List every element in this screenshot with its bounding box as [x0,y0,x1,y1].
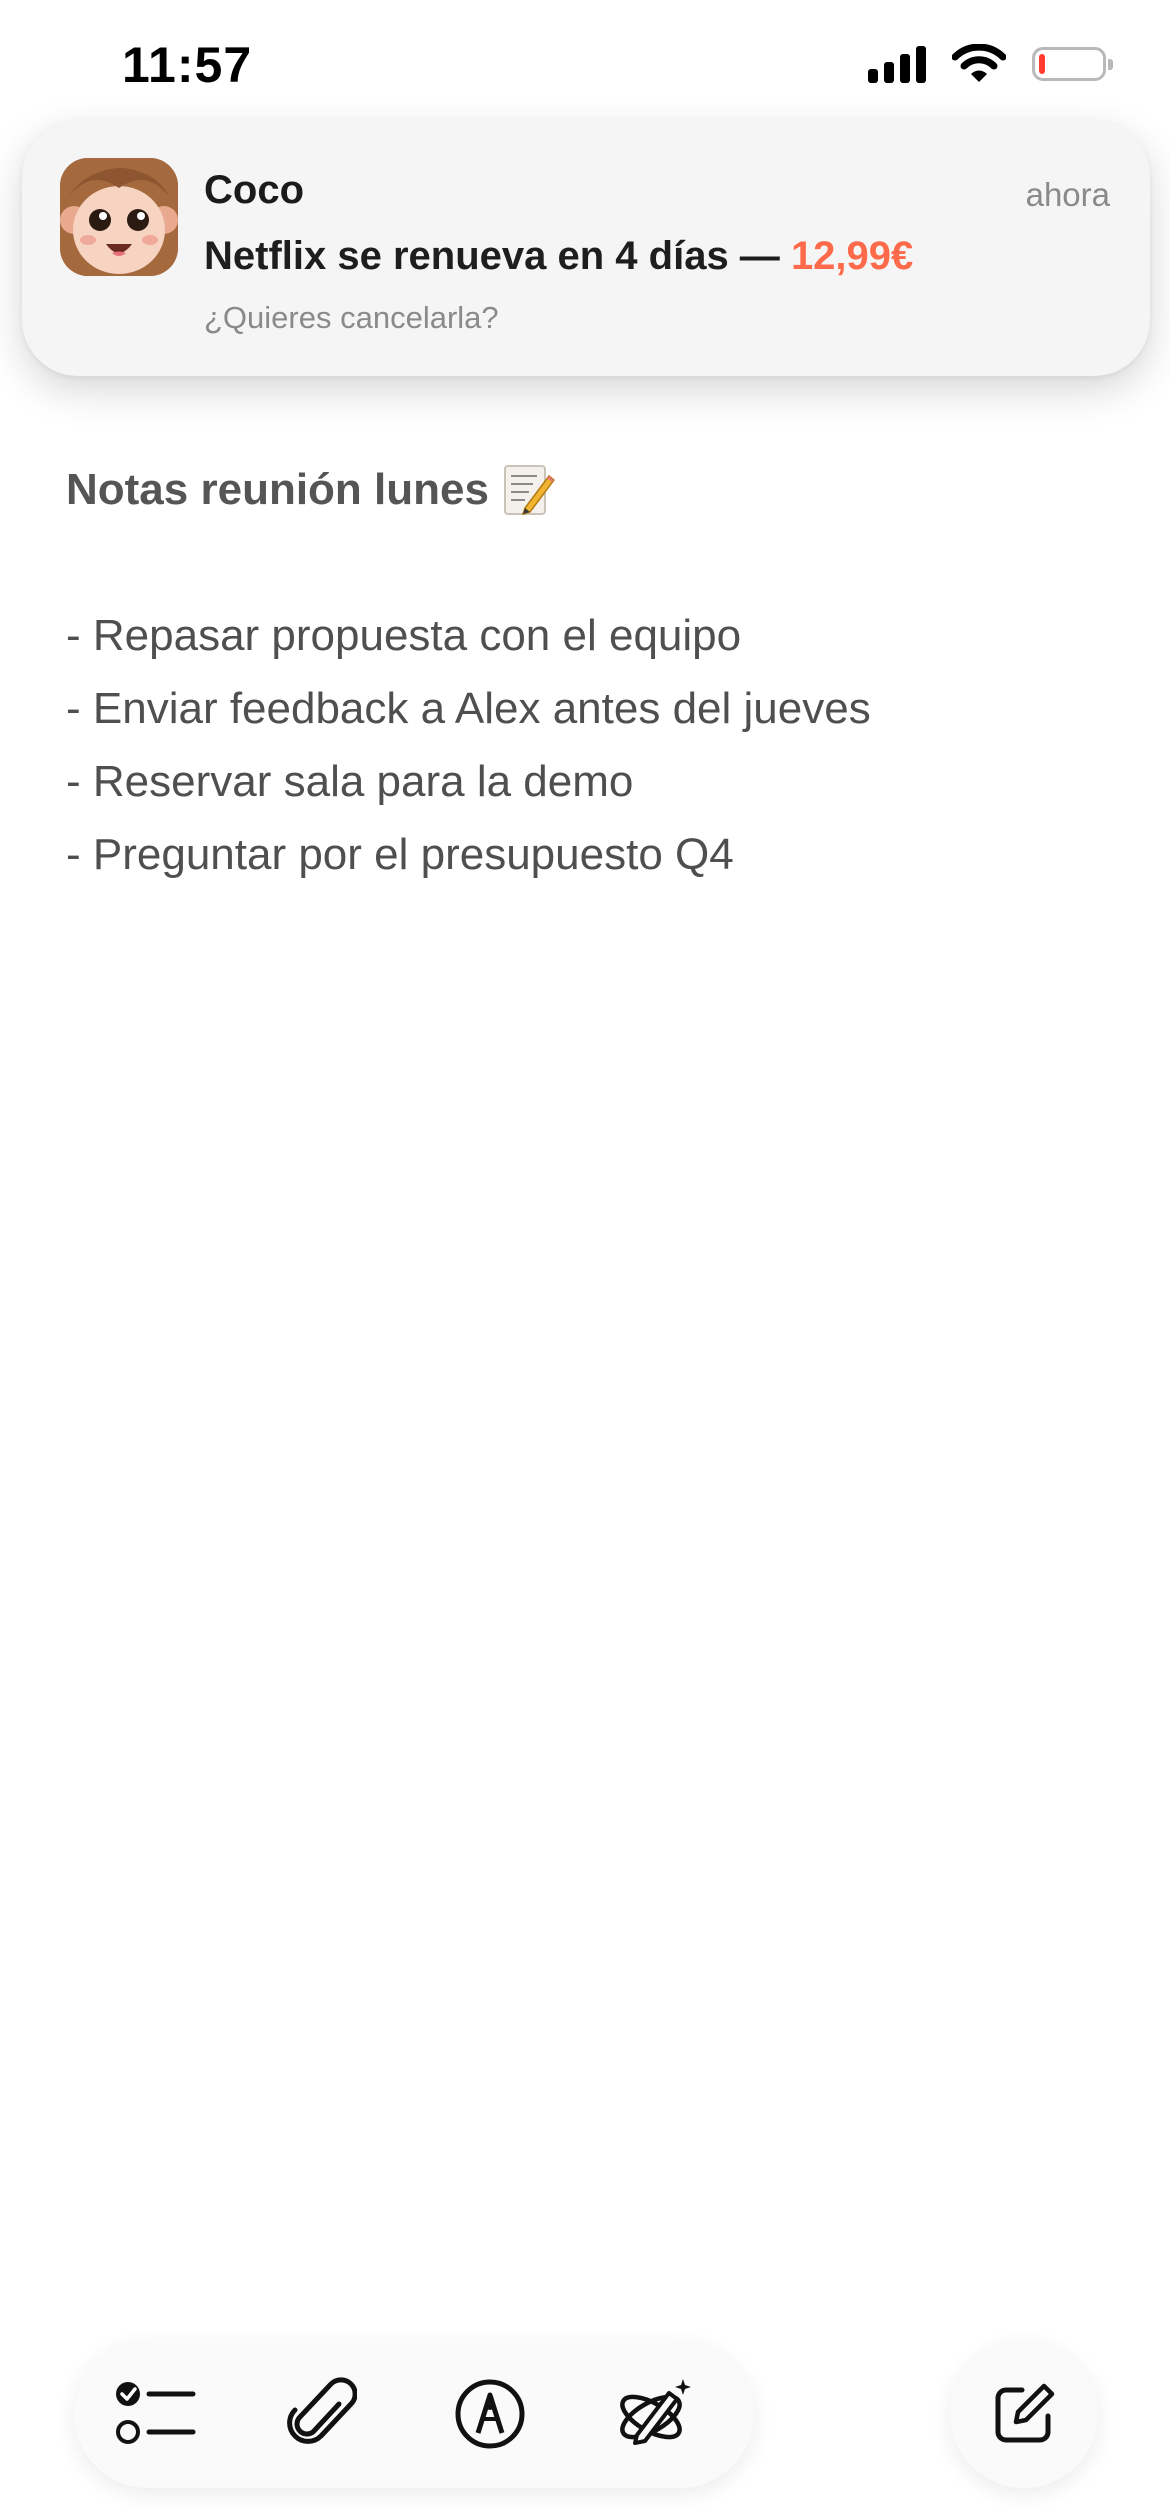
note-editor[interactable]: Notas reunión lunes - Repasar propuesta … [66,455,1106,891]
note-title-text: Notas reunión lunes [66,465,489,514]
notification-price: 12,99€ [790,234,914,278]
notification-message-text: Netflix se renueva en 4 días — [204,234,780,278]
markup-button[interactable] [440,2364,540,2464]
note-title[interactable]: Notas reunión lunes [66,455,1106,525]
note-body[interactable]: - Repasar propuesta con el equipo - Envi… [66,599,1106,891]
notification-app-name: Coco [204,168,304,212]
bottom-toolbar [74,2340,754,2488]
note-line: - Enviar feedback a Alex antes del jueve… [66,684,871,733]
battery-level [1039,54,1045,74]
paperclip-icon [287,2377,357,2444]
compose-button[interactable] [950,2340,1098,2488]
markup-pen-icon [455,2379,525,2449]
checklist-icon [116,2382,196,2444]
notification-message: Netflix se renueva en 4 días — 12,99€ [204,234,913,279]
status-time: 11:57 [122,37,253,93]
note-line: - Repasar propuesta con el equipo [66,611,742,660]
checklist-button[interactable] [106,2364,206,2464]
status-bar: 11:57 [0,0,1170,130]
compose-icon [995,2383,1055,2443]
note-line: - Preguntar por el presupuesto Q4 [66,830,734,879]
sparkle-pen-icon [620,2379,691,2445]
status-icons [868,44,1113,84]
writing-tools-button[interactable] [604,2364,704,2464]
wifi-icon [952,44,1006,82]
memo-icon [503,465,555,516]
coco-app-icon [60,158,178,276]
notification-subtitle: ¿Quieres cancelarla? [204,300,499,335]
battery-icon [1032,47,1113,81]
notification-banner[interactable]: Coco ahora Netflix se renueva en 4 días … [22,120,1150,376]
signal-icon [868,45,926,83]
notification-time: ahora [1025,176,1110,213]
note-line: - Reservar sala para la demo [66,757,634,806]
attachment-button[interactable] [272,2364,372,2464]
